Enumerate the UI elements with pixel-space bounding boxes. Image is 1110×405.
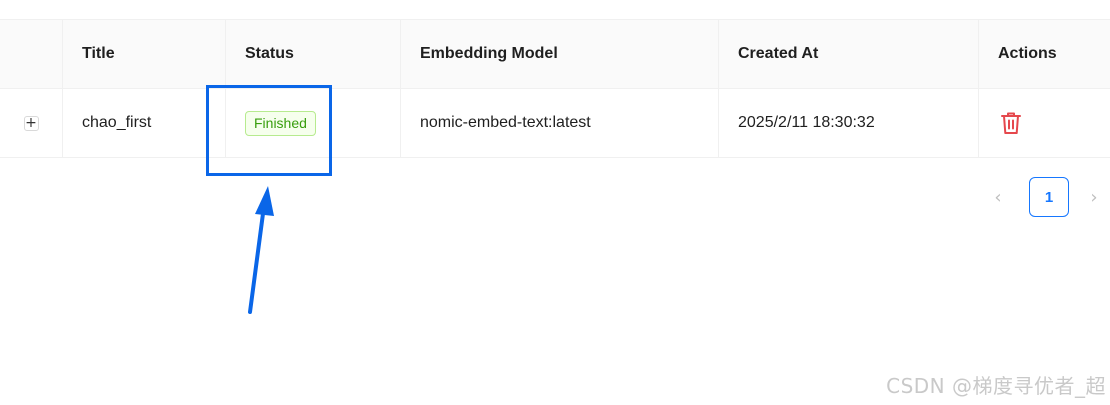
next-page-button[interactable]: › — [1079, 177, 1109, 217]
table-row: + chao_first Finished nomic-embed-text:l… — [0, 89, 1110, 158]
annotation-highlight-box — [206, 85, 332, 176]
header-status: Status — [225, 20, 400, 88]
header-expand-cell — [0, 20, 62, 88]
prev-page-button[interactable]: ‹ — [983, 177, 1013, 217]
header-title: Title — [62, 20, 225, 88]
expand-row-button[interactable]: + — [23, 115, 39, 131]
expand-cell: + — [0, 89, 62, 157]
actions-cell — [978, 89, 1110, 157]
page: Title Status Embedding Model Created At … — [0, 0, 1110, 405]
watermark: CSDN @梯度寻优者_超 — [886, 374, 1106, 398]
page-1-button[interactable]: 1 — [1029, 177, 1069, 217]
pagination: ‹ 1 › — [983, 177, 1109, 217]
table-header-row: Title Status Embedding Model Created At … — [0, 20, 1110, 89]
knowledge-table: Title Status Embedding Model Created At … — [0, 19, 1110, 158]
row-title: chao_first — [62, 89, 225, 157]
header-created-at: Created At — [718, 20, 978, 88]
row-created-at: 2025/2/11 18:30:32 — [718, 89, 978, 157]
trash-icon[interactable] — [998, 110, 1024, 136]
header-actions: Actions — [978, 20, 1110, 88]
annotation-arrow-icon — [248, 186, 274, 314]
header-embedding-model: Embedding Model — [400, 20, 718, 88]
row-embedding-model: nomic-embed-text:latest — [400, 89, 718, 157]
